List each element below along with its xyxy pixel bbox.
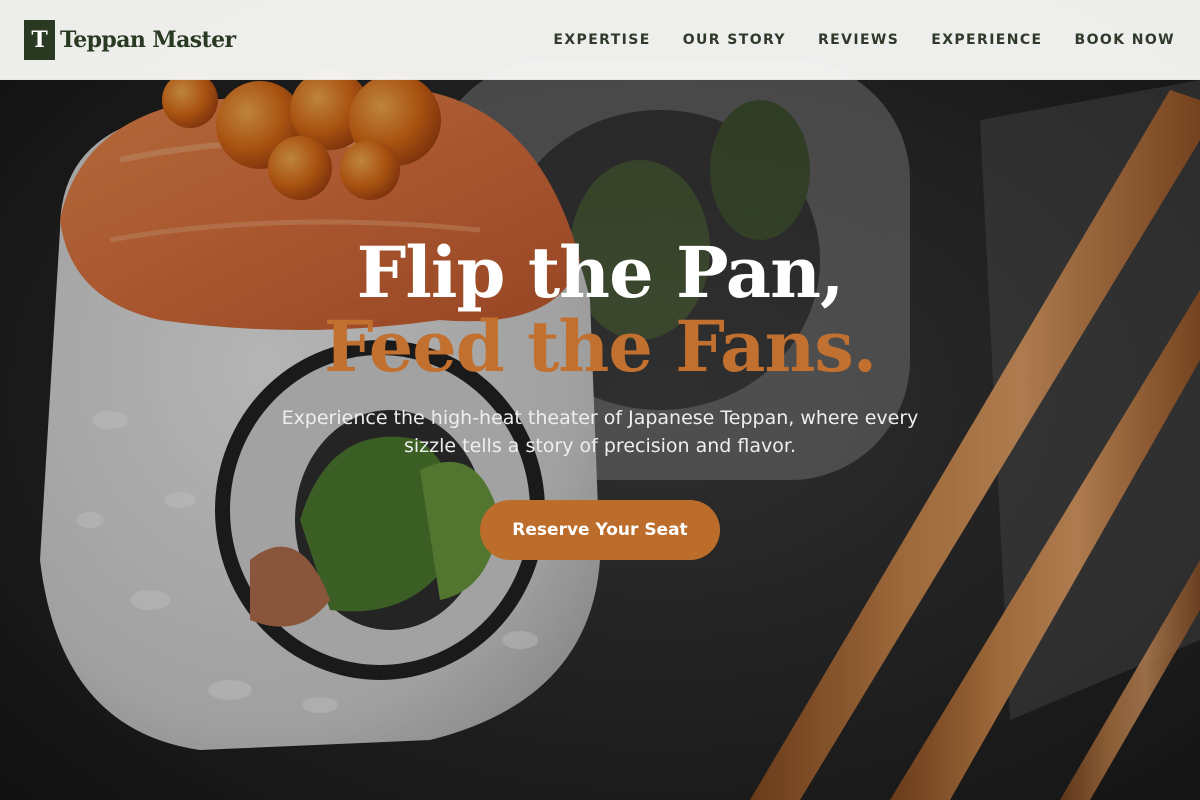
nav-link-reviews[interactable]: REVIEWS bbox=[818, 32, 899, 48]
reserve-seat-button[interactable]: Reserve Your Seat bbox=[480, 500, 720, 560]
brand-logo-link[interactable]: T Teppan Master bbox=[24, 20, 236, 60]
hero-headline-line-2: Feed the Fans. bbox=[323, 305, 877, 388]
navbar: T Teppan Master EXPERTISE OUR STORY REVI… bbox=[0, 0, 1200, 80]
hero-section: Flip the Pan, Feed the Fans. Experience … bbox=[0, 236, 1200, 560]
nav-link-our-story[interactable]: OUR STORY bbox=[683, 32, 786, 48]
hero-subheadline: Experience the high-heat theater of Japa… bbox=[281, 407, 919, 457]
nav-link-book-now[interactable]: BOOK NOW bbox=[1075, 32, 1175, 48]
brand-name: Teppan Master bbox=[60, 27, 236, 53]
main-nav: EXPERTISE OUR STORY REVIEWS EXPERIENCE B… bbox=[553, 0, 1175, 80]
nav-link-experience[interactable]: EXPERIENCE bbox=[931, 32, 1042, 48]
hero-headline-line-1: Flip the Pan, bbox=[356, 231, 845, 314]
letter-t-logo-icon: T bbox=[24, 20, 55, 60]
hero-headline: Flip the Pan, Feed the Fans. bbox=[0, 236, 1200, 384]
nav-link-expertise[interactable]: EXPERTISE bbox=[553, 32, 650, 48]
